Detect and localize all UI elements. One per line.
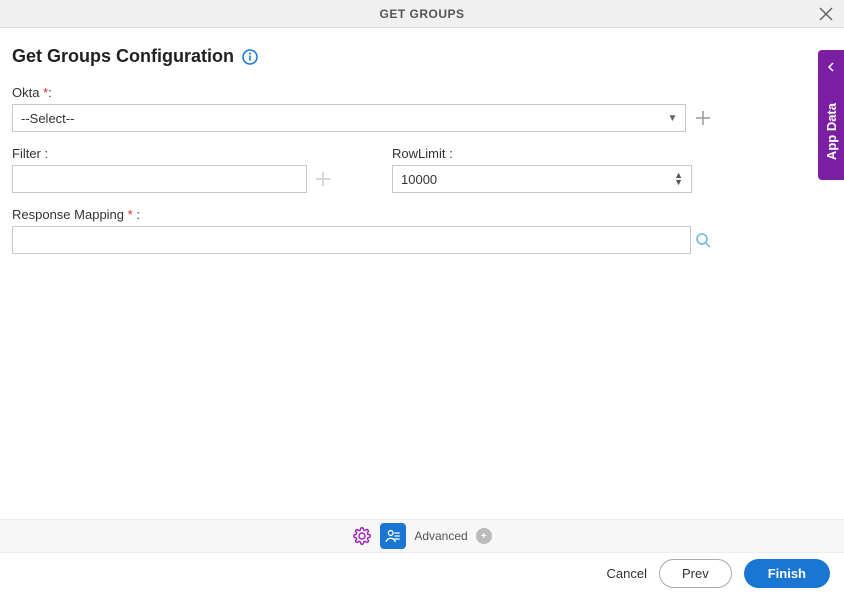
add-okta-button[interactable] — [694, 109, 712, 127]
response-mapping-input[interactable] — [12, 226, 691, 254]
settings-button[interactable] — [352, 526, 372, 546]
dialog-header: GET GROUPS — [0, 0, 844, 28]
close-icon — [819, 7, 833, 21]
okta-select[interactable]: --Select-- ▼ — [12, 104, 686, 132]
spinner-down-icon[interactable]: ▼ — [674, 179, 683, 186]
filter-control-row — [12, 165, 332, 193]
response-mapping-label: Response Mapping * : — [12, 207, 712, 222]
rowlimit-value: 10000 — [401, 172, 437, 187]
rowlimit-label: RowLimit : — [392, 146, 712, 161]
close-button[interactable] — [816, 4, 836, 24]
info-icon[interactable] — [242, 49, 258, 65]
response-mapping-label-text: Response Mapping — [12, 207, 128, 222]
finish-button[interactable]: Finish — [744, 559, 830, 588]
prev-button[interactable]: Prev — [659, 559, 732, 588]
response-mapping-control-row — [12, 226, 712, 254]
add-advanced-button[interactable]: + — [476, 528, 492, 544]
response-mapping-group: Response Mapping * : — [12, 207, 712, 254]
okta-label: Okta *: — [12, 85, 712, 100]
caret-down-icon: ▼ — [667, 113, 677, 124]
filter-label: Filter : — [12, 146, 332, 161]
dialog-title: GET GROUPS — [379, 7, 464, 21]
rowlimit-group: RowLimit : 10000 ▲ ▼ — [392, 146, 712, 193]
footer: Cancel Prev Finish — [0, 553, 844, 593]
chevron-left-icon — [826, 60, 836, 75]
content-area: Get Groups Configuration Okta *: --Selec… — [0, 28, 844, 262]
search-mapping-button[interactable] — [695, 231, 712, 249]
okta-colon: : — [48, 85, 52, 100]
page-title-row: Get Groups Configuration — [12, 46, 832, 67]
okta-select-value: --Select-- — [21, 111, 74, 126]
cancel-button[interactable]: Cancel — [607, 566, 647, 581]
okta-group: Okta *: --Select-- ▼ — [12, 85, 712, 132]
okta-label-text: Okta — [12, 85, 39, 100]
filter-group: Filter : — [12, 146, 332, 193]
okta-control-row: --Select-- ▼ — [12, 104, 712, 132]
filter-rowlimit-row: Filter : RowLimit : 10000 ▲ ▼ — [12, 146, 832, 193]
rowlimit-input[interactable]: 10000 ▲ ▼ — [392, 165, 692, 193]
add-filter-button — [315, 170, 332, 188]
app-data-side-tab[interactable]: App Data — [818, 50, 844, 180]
advanced-label: Advanced — [414, 529, 467, 543]
bottom-toolbar: Advanced + — [0, 519, 844, 553]
response-colon: : — [133, 207, 140, 222]
page-title: Get Groups Configuration — [12, 46, 234, 67]
rowlimit-spinner[interactable]: ▲ ▼ — [674, 172, 683, 186]
side-tab-label: App Data — [824, 103, 839, 160]
filter-input[interactable] — [12, 165, 307, 193]
people-button[interactable] — [380, 523, 406, 549]
